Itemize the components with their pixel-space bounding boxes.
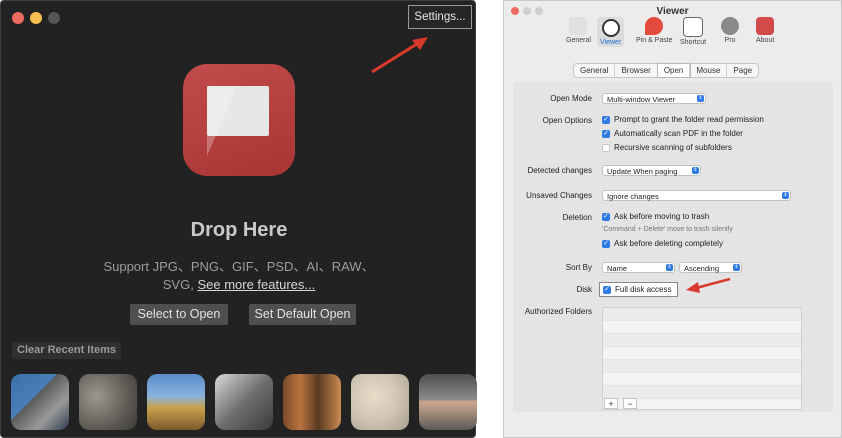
phone-icon	[569, 17, 588, 35]
deletion-label: Deletion	[562, 213, 592, 222]
detected-changes-label: Detected changes	[527, 166, 593, 175]
toolbar-viewer[interactable]: Viewer	[597, 17, 625, 47]
toolbar-label: Viewer	[600, 39, 622, 46]
unsaved-changes-label: Unsaved Changes	[526, 191, 592, 200]
supported-formats-line2: SVG, See more features...	[1, 276, 477, 294]
supported-formats-text: Support JPG、PNG、GIF、PSD、AI、RAW、 SVG, See…	[1, 258, 477, 294]
full-disk-access-checkbox[interactable]: ✓ Full disk access	[603, 285, 671, 294]
unsaved-changes-value: Ignore changes	[607, 192, 659, 201]
set-default-open-button[interactable]: Set Default Open	[249, 304, 356, 325]
authorized-folders-label: Authorized Folders	[524, 307, 592, 316]
close-window-button[interactable]	[12, 12, 24, 24]
sort-by-label: Sort By	[565, 263, 592, 272]
settings-tabs: General Browser Open Mouse Page	[573, 63, 760, 78]
open-mode-label: Open Mode	[550, 94, 592, 103]
checkmark-icon: ✓	[602, 212, 610, 221]
tab-general[interactable]: General	[574, 64, 616, 77]
sort-order-value: Ascending	[684, 264, 720, 273]
recent-item-thumbnail[interactable]	[215, 374, 273, 430]
detected-changes-value: Update When paging	[607, 167, 678, 176]
disk-label: Disk	[576, 285, 592, 294]
checkbox-label: Ask before moving to trash	[614, 212, 710, 221]
select-to-open-button[interactable]: Select to Open	[130, 304, 228, 325]
remove-folder-button[interactable]: −	[623, 398, 637, 409]
recent-item-thumbnail[interactable]	[419, 374, 477, 430]
tab-open[interactable]: Open	[657, 64, 691, 77]
toolbar-label: About	[756, 37, 775, 44]
add-folder-button[interactable]: +	[604, 398, 618, 409]
chevron-updown-icon: ⇕	[692, 167, 699, 174]
supported-formats-prefix: SVG,	[162, 277, 198, 292]
clear-recent-items-button[interactable]: Clear Recent Items	[12, 342, 122, 359]
chevron-updown-icon: ⇕	[733, 264, 740, 271]
toolbar-pin-paste[interactable]: Pin & Paste	[636, 17, 673, 44]
recent-items-list	[11, 374, 477, 430]
settings-button[interactable]: Settings...	[408, 5, 472, 29]
checkmark-icon: ✓	[603, 285, 611, 294]
sort-by-value: Name	[607, 264, 628, 273]
toolbar-label: Shortcut	[680, 39, 707, 46]
chevron-updown-icon: ⇕	[782, 192, 789, 199]
checkbox-label: Ask before deleting completely	[614, 239, 723, 248]
auto-scan-pdf-checkbox[interactable]: ✓ Automatically scan PDF in the folder	[602, 129, 743, 138]
checkbox-label: Recursive scanning of subfolders	[614, 143, 732, 152]
supported-formats-line1: Support JPG、PNG、GIF、PSD、AI、RAW、	[103, 259, 375, 274]
gear-icon	[721, 17, 739, 35]
unchecked-box-icon	[602, 143, 610, 152]
ask-before-delete-checkbox[interactable]: ✓ Ask before deleting completely	[602, 239, 723, 248]
tab-page[interactable]: Page	[727, 64, 758, 77]
see-more-features-link[interactable]: See more features...	[197, 277, 315, 292]
detected-changes-select[interactable]: Update When paging ⇕	[602, 165, 701, 176]
annotation-arrow-icon	[371, 37, 428, 74]
toolbar-about[interactable]: About	[756, 17, 774, 44]
open-mode-value: Multi-window Viewer	[607, 95, 676, 104]
ask-before-trash-checkbox[interactable]: ✓ Ask before moving to trash	[602, 212, 709, 221]
checkmark-icon: ✓	[602, 129, 610, 138]
checkbox-label: Automatically scan PDF in the folder	[614, 129, 743, 138]
unsaved-changes-select[interactable]: Ignore changes ⇕	[602, 190, 791, 201]
toolbar-label: Pin & Paste	[636, 37, 673, 44]
command-key-icon	[683, 17, 704, 37]
app-logo-icon	[756, 17, 775, 35]
checkmark-icon: ✓	[602, 239, 610, 248]
prompt-permission-checkbox[interactable]: ✓ Prompt to grant the folder read permiss…	[602, 115, 764, 124]
open-mode-select[interactable]: Multi-window Viewer ⇕	[602, 93, 706, 104]
recursive-scan-checkbox[interactable]: Recursive scanning of subfolders	[602, 143, 732, 152]
drop-here-title: Drop Here	[190, 219, 288, 241]
tab-browser[interactable]: Browser	[615, 64, 658, 77]
recent-item-thumbnail[interactable]	[283, 374, 341, 430]
deletion-note: 'Command + Delete' move to trash silentl…	[602, 226, 733, 233]
authorized-folders-list[interactable]	[602, 307, 802, 410]
checkbox-label: Full disk access	[615, 285, 672, 294]
toolbar-shortcut[interactable]: Shortcut	[680, 17, 706, 46]
checkbox-label: Prompt to grant the folder read permissi…	[614, 115, 764, 124]
app-logo-icon	[183, 64, 295, 176]
annotation-arrow-icon	[686, 277, 731, 293]
pin-icon	[645, 17, 664, 35]
chevron-updown-icon: ⇕	[666, 264, 673, 271]
minimize-window-button[interactable]	[30, 12, 42, 24]
magnifier-icon	[601, 19, 620, 37]
recent-item-thumbnail[interactable]	[79, 374, 137, 430]
checkmark-icon: ✓	[602, 115, 610, 124]
window-title: Viewer	[656, 6, 689, 17]
toolbar-pro[interactable]: Pro	[721, 17, 739, 44]
recent-item-thumbnail[interactable]	[351, 374, 409, 430]
zoom-window-button[interactable]	[48, 12, 60, 24]
recent-item-thumbnail[interactable]	[11, 374, 69, 430]
sort-order-select[interactable]: Ascending ⇕	[679, 262, 742, 273]
toolbar-label: Pro	[724, 37, 736, 44]
toolbar-label: General	[566, 37, 591, 44]
chevron-updown-icon: ⇕	[697, 95, 704, 102]
toolbar-general[interactable]: General	[566, 17, 591, 44]
recent-item-thumbnail[interactable]	[147, 374, 205, 430]
sort-by-select[interactable]: Name ⇕	[602, 262, 675, 273]
tab-mouse[interactable]: Mouse	[690, 64, 728, 77]
open-options-label: Open Options	[542, 116, 592, 125]
